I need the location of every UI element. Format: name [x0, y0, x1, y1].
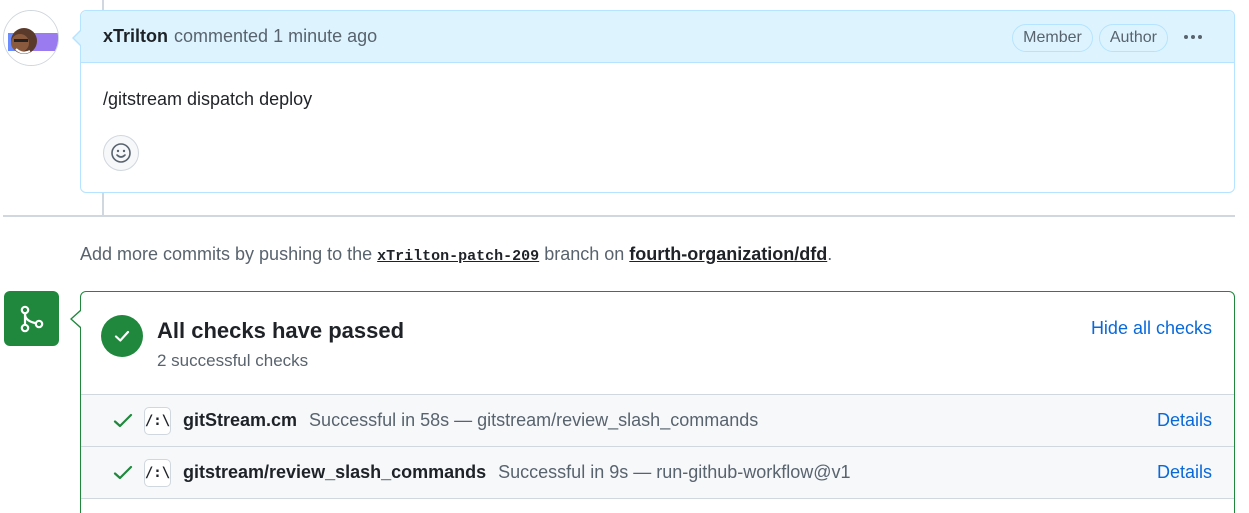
- checks-passed-icon: [101, 315, 143, 357]
- check-description: Successful in 9s — run-github-workflow@v…: [498, 462, 851, 482]
- comment-badges: Member Author: [1012, 24, 1168, 52]
- checks-header: All checks have passed 2 successful chec…: [81, 292, 1234, 395]
- comment-box: xTrilton commented 1 minute ago Member Au…: [80, 10, 1235, 193]
- smiley-icon: [111, 143, 131, 163]
- check-row: /:\ gitStream.cm Successful in 58s — gits…: [81, 395, 1234, 447]
- comment-body: /gitstream dispatch deploy: [103, 89, 313, 109]
- kebab-icon[interactable]: [1180, 24, 1206, 50]
- check-description: Successful in 58s — gitstream/review_sla…: [309, 410, 759, 430]
- checks-panel: All checks have passed 2 successful chec…: [80, 291, 1235, 513]
- branch-link[interactable]: xTrilton-patch-209: [377, 248, 539, 265]
- push-note-suffix: .: [827, 244, 833, 264]
- comment-author[interactable]: xTrilton: [103, 26, 168, 47]
- check-name-text: gitstream/review_slash_commands: [183, 462, 487, 482]
- details-link[interactable]: Details: [1157, 410, 1212, 431]
- comment-time[interactable]: 1 minute ago: [273, 26, 377, 46]
- check-name: gitstream/review_slash_commands Successfu…: [183, 462, 851, 483]
- comment-meta: commented 1 minute ago: [174, 26, 377, 47]
- avatar-image: [4, 11, 58, 65]
- gitstream-app-icon: /:\: [144, 407, 171, 435]
- push-note-middle: branch on: [544, 244, 625, 264]
- check-icon: [114, 330, 130, 342]
- check-icon: [113, 465, 133, 480]
- comment-caret-inner: [74, 31, 81, 45]
- timeline-separator: [3, 215, 1235, 217]
- hide-all-checks-link[interactable]: Hide all checks: [1091, 318, 1212, 339]
- repo-link[interactable]: fourth-organization/dfd: [629, 244, 827, 264]
- avatar[interactable]: [3, 10, 59, 66]
- checks-title: All checks have passed: [157, 318, 405, 343]
- check-row: /:\ gitstream/review_slash_commands Succe…: [81, 447, 1234, 499]
- member-badge: Member: [1012, 24, 1093, 52]
- check-icon: [113, 413, 133, 428]
- add-reaction-button[interactable]: [103, 135, 139, 171]
- comment-action: commented: [174, 26, 269, 46]
- push-note: Add more commits by pushing to the xTril…: [80, 244, 832, 265]
- comment-header: xTrilton commented 1 minute ago Member Au…: [81, 11, 1234, 63]
- checks-subtitle: 2 successful checks: [157, 351, 309, 370]
- checks-caret-inner: [72, 311, 81, 327]
- details-link[interactable]: Details: [1157, 462, 1212, 483]
- push-note-prefix: Add more commits by pushing to the: [80, 244, 373, 264]
- git-merge-icon: [20, 305, 43, 332]
- check-name-text: gitStream.cm: [183, 410, 298, 430]
- author-badge: Author: [1098, 24, 1168, 52]
- check-name: gitStream.cm Successful in 58s — gitstrea…: [183, 410, 758, 431]
- merge-status-icon-box: [4, 291, 59, 346]
- gitstream-app-icon: /:\: [144, 459, 171, 487]
